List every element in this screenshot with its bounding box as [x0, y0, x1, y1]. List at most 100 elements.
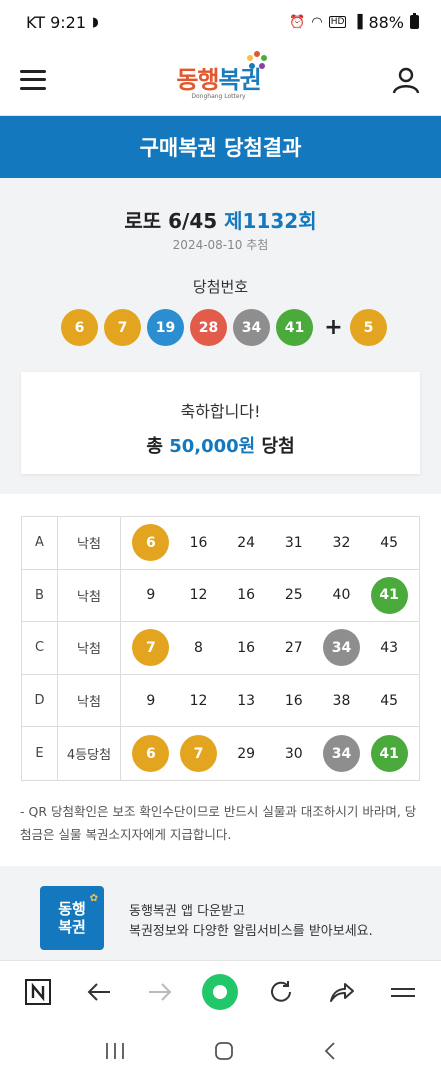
game-letter: A — [22, 517, 58, 569]
promo-text: 동행복권 앱 다운받고 복권정보와 다양한 알림서비스를 받아보세요. — [129, 904, 373, 939]
winning-ball: 7 — [104, 309, 141, 346]
game-number: 45 — [380, 534, 399, 551]
menu-icon[interactable] — [20, 69, 46, 90]
game-number: 6 — [132, 735, 170, 773]
app-icon: ✿ 동행 복권 — [40, 886, 104, 950]
logo-subtitle: Donghang Lottery — [191, 92, 246, 100]
recent-apps-icon[interactable] — [104, 1041, 126, 1061]
logo-flower-icon — [246, 50, 267, 69]
game-number: 41 — [370, 735, 408, 773]
game-number: 43 — [380, 639, 399, 656]
game-number: 12 — [189, 692, 208, 709]
game-result: 낙첨 — [58, 517, 121, 569]
game-result: 4등당첨 — [58, 727, 121, 780]
winning-numbers-label: 당첨번호 — [192, 278, 249, 296]
game-letter: B — [22, 569, 58, 622]
signal-icon: ▐ — [352, 14, 363, 30]
game-numbers: 7 8 16 27 34 43 — [121, 622, 419, 674]
winning-ball: 6 — [61, 309, 98, 346]
congrats-message: 축하합니다! — [180, 402, 261, 421]
games-table: A 낙첨 6 16 24 31 32 45 B 낙첨 9 12 16 25 40 41 C 낙첨 7 8 16 27 34 4… — [21, 516, 420, 781]
home-nav-icon[interactable] — [213, 1040, 235, 1062]
pill-icon: ◗ — [92, 14, 99, 30]
notice-text: - QR 당첨확인은 보조 확인수단이므로 반드시 실물과 대조하시기 바라며,… — [20, 804, 417, 842]
game-result: 낙첨 — [58, 622, 121, 674]
app-promo-banner[interactable]: ✿ 동행 복권 동행복권 앱 다운받고 복권정보와 다양한 알림서비스를 받아보… — [0, 866, 441, 960]
hd-icon: HD — [328, 16, 347, 28]
game-number: 41 — [370, 576, 408, 614]
plus-sign: + — [324, 315, 343, 340]
prize-total: 총 50,000원 당첨 — [146, 436, 295, 457]
game-numbers: 9 12 13 16 38 45 — [121, 675, 419, 727]
game-number: 25 — [284, 587, 303, 604]
winning-ball: 34 — [233, 309, 270, 346]
forward-button[interactable] — [140, 972, 180, 1012]
refresh-button[interactable] — [261, 972, 301, 1012]
menu-lines-icon — [390, 987, 415, 997]
game-result: 낙첨 — [58, 569, 121, 622]
draw-date: 2024-08-10 추첨 — [172, 238, 269, 252]
game-number: 9 — [146, 587, 156, 604]
game-row: E 4등당첨 6 7 29 30 34 41 — [22, 727, 419, 780]
back-button[interactable] — [79, 972, 119, 1012]
game-number: 29 — [237, 745, 256, 762]
game-row: B 낙첨 9 12 16 25 40 41 — [22, 569, 419, 623]
game-number: 8 — [194, 639, 203, 656]
battery-percent: 88% — [368, 12, 404, 32]
naver-n-button[interactable] — [18, 972, 58, 1012]
share-arrow-icon — [329, 982, 354, 1002]
arrow-right-icon — [148, 982, 172, 1001]
result-summary: 로또 6/45 제1132회 2024-08-10 추첨 당첨번호 6 7 19 28… — [0, 178, 441, 494]
game-numbers: 6 7 29 30 34 41 — [121, 727, 419, 780]
congrats-card: 축하합니다! 총 50,000원 당첨 — [21, 372, 420, 474]
page-title: 구매복권 당첨결과 — [0, 116, 441, 178]
home-button[interactable] — [200, 972, 240, 1012]
bonus-ball: 5 — [350, 309, 387, 346]
flower-icon: ✿ — [89, 893, 98, 904]
game-number: 31 — [284, 534, 303, 551]
game-number: 32 — [332, 534, 351, 551]
game-number: 24 — [237, 534, 256, 551]
browser-toolbar — [0, 960, 441, 1022]
game-number: 34 — [322, 735, 360, 773]
game-number: 7 — [132, 629, 170, 667]
game-number: 45 — [380, 692, 399, 709]
user-icon[interactable] — [391, 65, 421, 95]
game-number: 6 — [132, 524, 170, 562]
game-number: 16 — [189, 534, 208, 551]
wifi-icon: ◠ — [311, 14, 323, 30]
logo[interactable]: 동행복권 Donghang Lottery — [176, 50, 267, 100]
green-dot-icon — [202, 973, 239, 1010]
round-title: 로또 6/45 제1132회 — [124, 209, 317, 233]
game-number: 38 — [332, 692, 351, 709]
more-menu-button[interactable] — [383, 972, 423, 1012]
winning-ball: 28 — [190, 309, 227, 346]
game-result: 낙첨 — [58, 674, 121, 727]
game-number: 7 — [179, 735, 217, 773]
game-letter: C — [22, 622, 58, 674]
game-row: C 낙첨 7 8 16 27 34 43 — [22, 622, 419, 675]
winning-numbers: 6 7 19 28 34 41 +5 — [61, 309, 393, 346]
alarm-icon: ⏰ — [289, 14, 306, 30]
share-button[interactable] — [322, 972, 362, 1012]
game-row: D 낙첨 9 12 13 16 38 45 — [22, 674, 419, 728]
game-number: 16 — [237, 639, 256, 656]
app-header: 동행복권 Donghang Lottery — [0, 44, 441, 116]
refresh-icon — [271, 980, 292, 1002]
game-number: 34 — [322, 629, 360, 667]
winning-ball: 19 — [147, 309, 184, 346]
game-number: 27 — [284, 639, 303, 656]
game-number: 12 — [189, 587, 208, 604]
game-number: 16 — [284, 692, 303, 709]
system-nav-bar — [0, 1022, 441, 1080]
game-letter: E — [22, 727, 58, 780]
arrow-left-icon — [87, 982, 111, 1001]
carrier-time: KT 9:21 — [26, 12, 87, 32]
back-nav-icon[interactable] — [322, 1040, 338, 1062]
status-bar: KT 9:21 ◗ ⏰ ◠ HD ▐ 88% — [0, 0, 441, 44]
battery-icon — [410, 13, 419, 29]
game-number: 9 — [146, 692, 156, 709]
game-number: 40 — [332, 587, 351, 604]
game-number: 30 — [284, 745, 303, 762]
game-letter: D — [22, 674, 58, 727]
